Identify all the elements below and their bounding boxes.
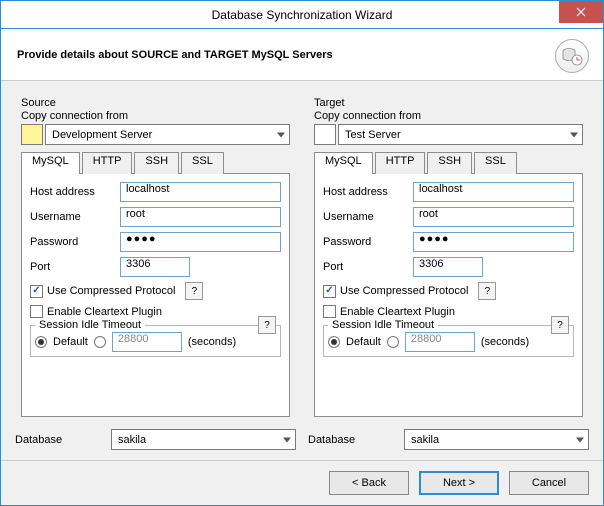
panels: Source Copy connection from Development … [15,91,589,450]
source-database-select[interactable]: sakila [111,429,296,450]
source-timeout-default-radio[interactable] [35,336,47,348]
help-button[interactable]: ? [258,316,276,334]
target-database-select[interactable]: sakila [404,429,589,450]
timeout-title: Session Idle Timeout [35,319,145,331]
seconds-label: (seconds) [188,336,236,348]
wizard-window: Database Synchronization Wizard Provide … [0,0,604,506]
tab-ssl[interactable]: SSL [474,152,517,174]
wizard-icon [555,39,589,73]
help-button[interactable]: ? [551,316,569,334]
tab-ssl[interactable]: SSL [181,152,224,174]
compressed-label: Use Compressed Protocol [340,285,468,297]
source-tabs: MySQL HTTP SSH SSL [21,151,290,173]
target-timeout-input[interactable]: 28800 [405,332,475,352]
host-label: Host address [323,186,413,198]
target-tabs: MySQL HTTP SSH SSL [314,151,583,173]
source-tab-body: Host address localhost Username root Pas… [21,173,290,417]
target-db-row: Database sakila [308,429,589,450]
target-color-swatch [314,124,336,145]
target-port-input[interactable]: 3306 [413,257,483,277]
source-pass-input[interactable]: ●●●● [120,232,281,252]
window-title: Database Synchronization Wizard [1,8,603,22]
user-label: Username [323,211,413,223]
body: Source Copy connection from Development … [1,81,603,460]
source-compressed-checkbox[interactable] [30,285,43,298]
copy-from-label: Copy connection from [21,110,290,122]
pass-label: Password [323,236,413,248]
target-user-input[interactable]: root [413,207,574,227]
source-title: Source [21,97,290,109]
source-copy-row: Development Server [21,124,290,145]
source-color-swatch [21,124,43,145]
target-title: Target [314,97,583,109]
target-group: Target Copy connection from Test Server … [308,91,589,423]
default-label: Default [53,336,88,348]
source-port-input[interactable]: 3306 [120,257,190,277]
compressed-label: Use Compressed Protocol [47,285,175,297]
copy-from-label: Copy connection from [314,110,583,122]
tab-ssh[interactable]: SSH [134,152,179,174]
host-label: Host address [30,186,120,198]
cancel-button[interactable]: Cancel [509,471,589,495]
target-cleartext-checkbox[interactable] [323,305,336,318]
source-user-input[interactable]: root [120,207,281,227]
target-connection-value: Test Server [345,129,401,141]
source-group: Source Copy connection from Development … [15,91,296,423]
database-sync-icon [561,45,583,67]
source-panel: Source Copy connection from Development … [15,91,296,450]
close-icon [576,7,586,17]
target-host-input[interactable]: localhost [413,182,574,202]
user-label: Username [30,211,120,223]
chevron-down-icon [277,132,285,137]
header-strip: Provide details about SOURCE and TARGET … [1,29,603,81]
source-timeout-custom-radio[interactable] [94,336,106,348]
source-connection-select[interactable]: Development Server [45,124,290,145]
default-label: Default [346,336,381,348]
pass-label: Password [30,236,120,248]
target-panel: Target Copy connection from Test Server … [308,91,589,450]
seconds-label: (seconds) [481,336,529,348]
source-database-value: sakila [118,434,146,446]
tab-http[interactable]: HTTP [375,152,426,174]
back-button[interactable]: < Back [329,471,409,495]
port-label: Port [30,261,120,273]
cleartext-label: Enable Cleartext Plugin [340,306,455,318]
target-tab-body: Host address localhost Username root Pas… [314,173,583,417]
tab-mysql[interactable]: MySQL [314,152,373,174]
target-connection-select[interactable]: Test Server [338,124,583,145]
close-button[interactable] [559,1,603,23]
tab-ssh[interactable]: SSH [427,152,472,174]
tab-mysql[interactable]: MySQL [21,152,80,174]
target-timeout-default-radio[interactable] [328,336,340,348]
target-timeout-group: Session Idle Timeout ? Default 28800 (se… [323,325,574,357]
timeout-title: Session Idle Timeout [328,319,438,331]
chevron-down-icon [570,132,578,137]
help-button[interactable]: ? [185,282,203,300]
target-compressed-checkbox[interactable] [323,285,336,298]
cleartext-label: Enable Cleartext Plugin [47,306,162,318]
page-title: Provide details about SOURCE and TARGET … [17,49,333,61]
next-button[interactable]: Next > [419,471,499,495]
port-label: Port [323,261,413,273]
chevron-down-icon [283,437,291,442]
database-label: Database [15,434,111,446]
footer: < Back Next > Cancel [1,460,603,505]
source-timeout-group: Session Idle Timeout ? Default 28800 (se… [30,325,281,357]
database-label: Database [308,434,404,446]
tab-http[interactable]: HTTP [82,152,133,174]
source-timeout-input[interactable]: 28800 [112,332,182,352]
target-database-value: sakila [411,434,439,446]
target-timeout-custom-radio[interactable] [387,336,399,348]
source-host-input[interactable]: localhost [120,182,281,202]
chevron-down-icon [576,437,584,442]
source-db-row: Database sakila [15,429,296,450]
help-button[interactable]: ? [478,282,496,300]
titlebar: Database Synchronization Wizard [1,1,603,29]
target-pass-input[interactable]: ●●●● [413,232,574,252]
target-copy-row: Test Server [314,124,583,145]
source-cleartext-checkbox[interactable] [30,305,43,318]
source-connection-value: Development Server [52,129,152,141]
